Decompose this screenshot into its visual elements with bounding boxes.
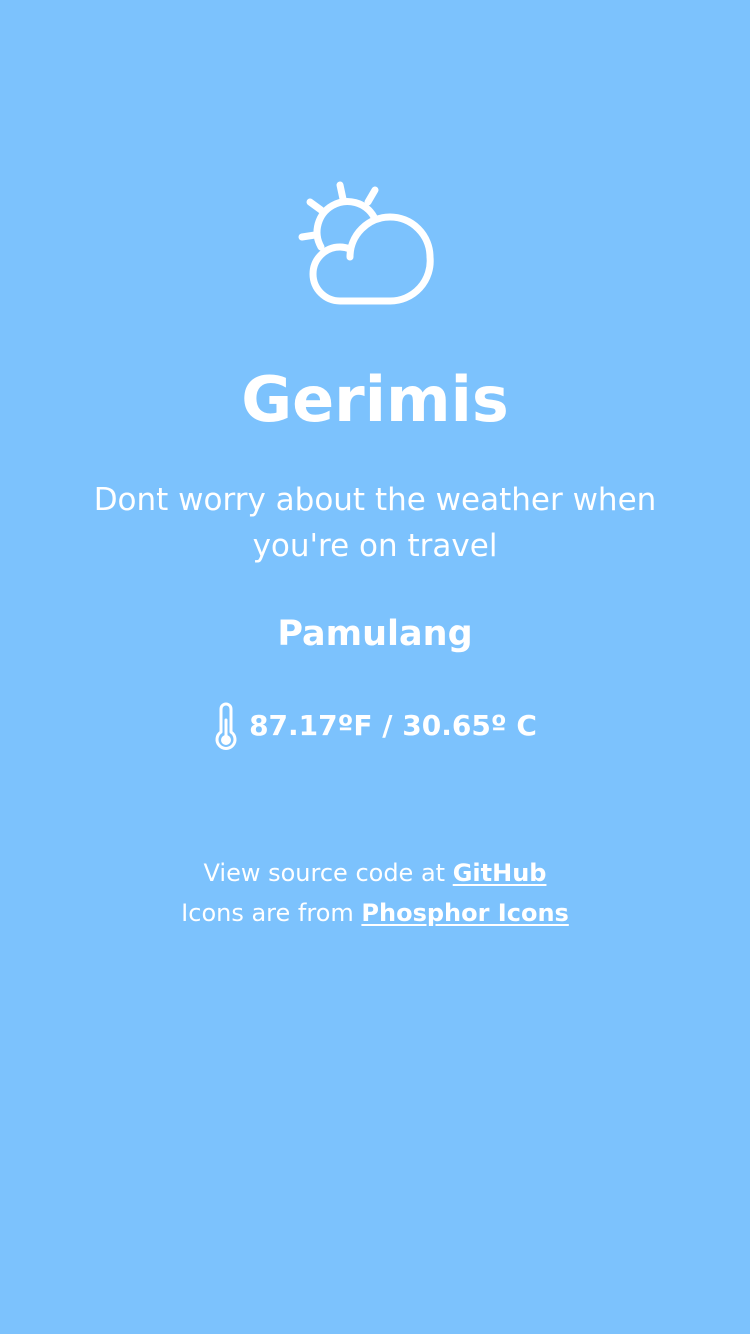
- weather-app-page: Gerimis Dont worry about the weather whe…: [0, 0, 750, 1334]
- temperature-row: 87.17ºF / 30.65º C: [0, 700, 750, 752]
- app-title: Gerimis: [241, 363, 509, 436]
- github-link[interactable]: GitHub: [453, 859, 547, 887]
- source-credit-line: View source code at GitHub: [0, 853, 750, 893]
- location-name: Pamulang: [277, 614, 473, 654]
- thermometer-icon: [213, 702, 239, 750]
- source-credit-prefix: View source code at: [203, 859, 453, 887]
- cloud-sun-icon: [297, 175, 447, 310]
- icons-credit-prefix: Icons are from: [181, 899, 362, 927]
- credits: View source code at GitHub Icons are fro…: [0, 853, 750, 933]
- temperature-value: 87.17ºF / 30.65º C: [249, 709, 537, 742]
- phosphor-icons-link[interactable]: Phosphor Icons: [361, 899, 568, 927]
- icons-credit-line: Icons are from Phosphor Icons: [0, 893, 750, 933]
- app-tagline: Dont worry about the weather when you're…: [93, 482, 657, 564]
